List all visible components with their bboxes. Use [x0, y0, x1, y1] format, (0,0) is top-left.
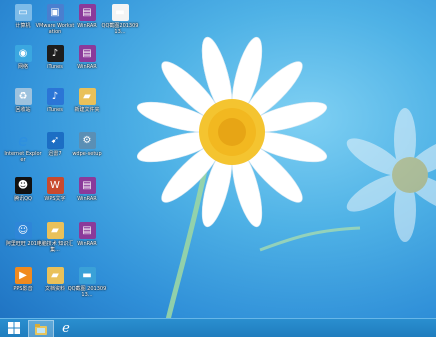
folder-icon: ▰ [78, 88, 96, 105]
desktop-icon[interactable]: ▰ 新建文件夹 [70, 88, 104, 124]
desktop-icon[interactable]: ☻ 腾讯QQ [6, 177, 40, 213]
desktop-icon[interactable]: ♻ 回收站 [6, 88, 40, 124]
desktop-icon[interactable]: ▤ WinRAR [70, 4, 104, 40]
desktop-icon[interactable]: ▤ WinRAR [70, 45, 104, 81]
vmware-icon: ▣ [46, 4, 64, 21]
desktop-icon[interactable]: ▬ QQ截图 20130913... [67, 267, 107, 303]
winrar-icon: ▤ [78, 45, 96, 62]
desktop-icon-label: 新建文件夹 [74, 107, 100, 113]
winrar-icon: ▤ [78, 177, 96, 194]
itunes-icon: ♪ [46, 88, 64, 105]
screenshot-icon: ▬ [78, 267, 96, 284]
desktop-icon[interactable]: ♪ iTunes [38, 88, 72, 124]
desktop-icon-label: WinRAR [77, 196, 97, 202]
desktop-icon[interactable]: e Internet Explorer [4, 131, 41, 168]
folder-icon: ▰ [46, 267, 64, 284]
desktop-icon-label: QQ截图 20130913... [67, 286, 107, 298]
recycle-bin-icon: ♻ [14, 88, 32, 105]
desktop-icon[interactable]: ➹ 迅雷7 [38, 132, 72, 168]
wps-icon: W [46, 177, 64, 194]
desktop-icon[interactable]: ♪ iTunes [38, 45, 72, 81]
desktop-icon[interactable]: ▰ 电脑技术 知识汇集... [37, 222, 73, 258]
winrar-icon: ▤ [78, 4, 96, 21]
computer-icon: ▭ [14, 4, 32, 21]
taskbar-explorer-button[interactable] [28, 320, 54, 337]
desktop: ▭ 计算机 ▣ VMware Workstation ▤ WinRAR ▬ QQ截图20130… [0, 0, 436, 337]
thunder-icon: ➹ [46, 132, 64, 149]
ie-icon: e [62, 320, 70, 336]
file-explorer-icon [35, 323, 47, 335]
itunes-icon: ♪ [46, 45, 64, 62]
desktop-icon[interactable]: ▤ WinRAR [70, 177, 104, 213]
network-icon: ◉ [14, 45, 32, 62]
desktop-icon-label: WinRAR [77, 64, 97, 70]
desktop-icon[interactable]: W WPS文字 [38, 177, 72, 213]
desktop-icon-label: wdpe-setup [72, 151, 102, 157]
ie-icon: e [18, 131, 28, 150]
winrar-icon: ▤ [78, 222, 96, 239]
screenshot-icon: ▬ [111, 4, 129, 21]
taskbar-ie-button[interactable]: e [55, 320, 77, 336]
qq-icon: ☻ [14, 177, 32, 194]
aliwangwang-icon: ☺ [14, 222, 32, 239]
desktop-icon[interactable]: ▣ VMware Workstation [36, 4, 74, 40]
taskbar: e [0, 318, 436, 337]
desktop-icon-label: WinRAR [77, 241, 97, 247]
desktop-icon[interactable]: ◉ 网络 [6, 45, 40, 81]
desktop-icon[interactable]: ▤ WinRAR [70, 222, 104, 258]
folder-icon: ▰ [46, 222, 64, 239]
desktop-icon[interactable]: ▶ PPS影音 [6, 267, 40, 303]
setup-icon: ⚙ [78, 132, 96, 149]
desktop-icon[interactable]: ⚙ wdpe-setup [70, 132, 104, 168]
start-button[interactable] [4, 320, 24, 336]
pps-icon: ▶ [14, 267, 32, 284]
desktop-icon-label: QQ截图20130913... [101, 23, 139, 35]
desktop-icon[interactable]: ▬ QQ截图20130913... [101, 4, 139, 40]
windows-logo-icon [8, 322, 20, 334]
